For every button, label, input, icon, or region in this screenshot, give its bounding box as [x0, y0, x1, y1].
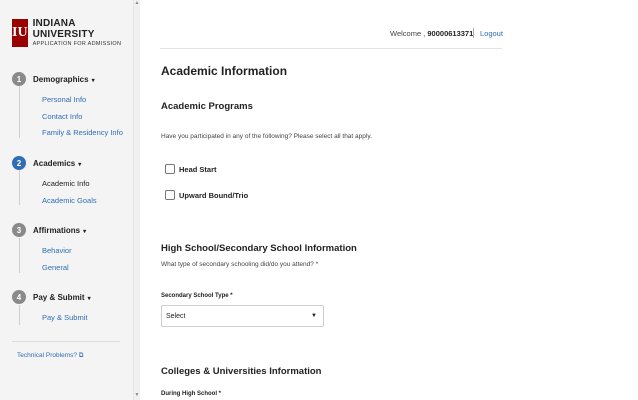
high-school-question: What type of secondary schooling did/do … [161, 261, 319, 268]
secondary-school-type-label: Secondary School Type * [161, 293, 233, 299]
sidebar: IU INDIANA UNIVERSITY APPLICATION FOR AD… [0, 0, 134, 400]
header-separator [473, 28, 474, 38]
university-name: INDIANA UNIVERSITY [32, 18, 95, 40]
step-3-badge: 3 [12, 223, 26, 237]
caret-down-icon: ▾ [87, 296, 91, 302]
welcome-message: Welcome , 90000613371 [390, 29, 474, 38]
sidebar-item-academic-info[interactable]: Academic Info [42, 179, 90, 188]
step-2-badge: 2 [12, 156, 26, 170]
chevron-down-icon: ▼ [311, 313, 317, 319]
upward-bound-checkbox[interactable] [165, 190, 175, 200]
head-start-label: Head Start [179, 164, 217, 174]
sidebar-item-academic-goals[interactable]: Academic Goals [42, 196, 97, 205]
academic-programs-question: Have you participated in any of the foll… [161, 133, 372, 140]
sidebar-item-general[interactable]: General [42, 263, 69, 272]
iu-logo[interactable]: IU INDIANA UNIVERSITY APPLICATION FOR AD… [12, 18, 133, 48]
head-start-checkbox[interactable] [165, 164, 175, 174]
step-demographics[interactable]: Demographics ▾ [33, 75, 95, 84]
sidebar-item-family-residency[interactable]: Family & Residency Info [42, 128, 123, 137]
scroll-up-arrow-icon[interactable]: ▲ [134, 0, 140, 8]
application-subtitle: APPLICATION FOR ADMISSION [32, 41, 122, 47]
user-id: 90000613371 [427, 29, 474, 38]
sidebar-item-pay-submit[interactable]: Pay & Submit [42, 313, 87, 322]
trident-logo-icon: IU [12, 19, 28, 47]
step-connector-line [19, 86, 20, 138]
secondary-school-type-select[interactable]: Select ▼ [161, 305, 324, 327]
step-connector-line [19, 238, 20, 273]
sidebar-divider [12, 341, 120, 342]
scroll-down-arrow-icon[interactable]: ▼ [134, 392, 140, 400]
logo-text: INDIANA UNIVERSITY APPLICATION FOR ADMIS… [33, 18, 133, 48]
colleges-heading: Colleges & Universities Information [161, 366, 322, 377]
caret-down-icon: ▾ [91, 78, 95, 84]
during-high-school-label: During High School * [161, 391, 221, 397]
academic-programs-heading: Academic Programs [161, 101, 253, 112]
caret-down-icon: ▾ [83, 229, 87, 235]
step-4-badge: 4 [12, 290, 26, 304]
high-school-heading: High School/Secondary School Information [161, 243, 357, 254]
step-connector-line [19, 170, 20, 205]
caret-down-icon: ▾ [78, 162, 82, 168]
sidebar-item-contact-info[interactable]: Contact Info [42, 112, 82, 121]
upward-bound-option[interactable]: Upward Bound/Trio [165, 190, 248, 200]
page-title: Academic Information [161, 64, 288, 78]
upward-bound-label: Upward Bound/Trio [179, 190, 249, 200]
step-1-badge: 1 [12, 72, 26, 86]
technical-problems-link[interactable]: Technical Problems? ⧉ [17, 352, 83, 360]
step-affirmations[interactable]: Affirmations ▾ [33, 226, 86, 235]
sidebar-scrollbar[interactable] [134, 0, 140, 400]
step-academics[interactable]: Academics ▾ [33, 159, 81, 168]
select-value: Select [166, 312, 186, 320]
sidebar-item-personal-info[interactable]: Personal Info [42, 95, 86, 104]
logout-link[interactable]: Logout [480, 29, 503, 38]
header-divider [160, 48, 502, 49]
sidebar-item-behavior[interactable]: Behavior [42, 246, 72, 255]
step-connector-line [19, 305, 20, 325]
external-link-icon: ⧉ [78, 352, 84, 359]
step-pay-submit[interactable]: Pay & Submit ▾ [33, 293, 91, 302]
head-start-option[interactable]: Head Start [165, 164, 217, 174]
